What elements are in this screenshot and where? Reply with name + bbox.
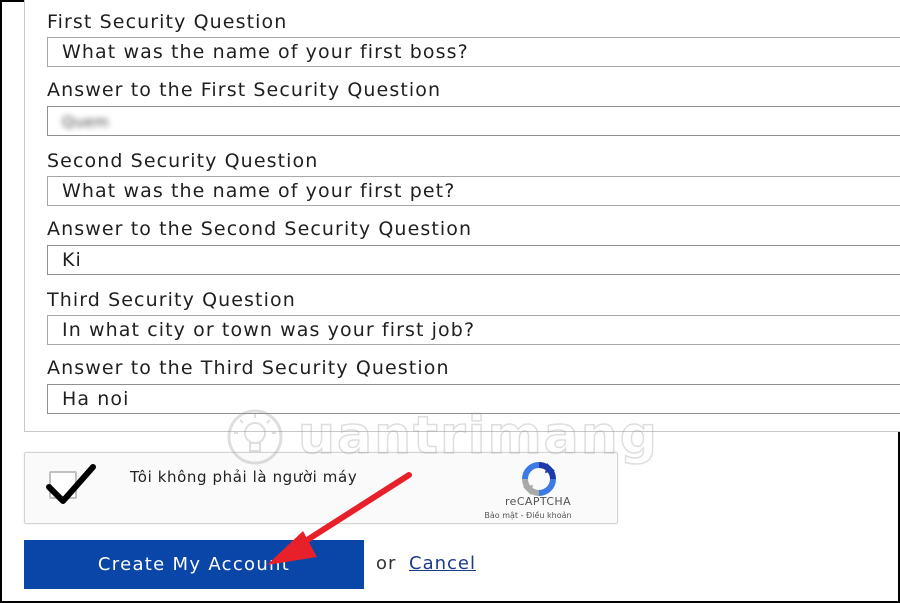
third-answer-label: Answer to the Third Security Question [47,357,450,379]
second-question-label: Second Security Question [47,150,319,172]
or-text: or [376,553,397,574]
second-answer-field[interactable]: Ki [47,245,900,275]
first-question-label: First Security Question [47,11,288,33]
third-question-label: Third Security Question [47,289,296,311]
recaptcha-widget: Tôi không phải là người máy reCAPTCHA Bả… [24,452,618,524]
first-question-select[interactable]: What was the name of your first boss? [47,37,900,67]
second-answer-label: Answer to the Second Security Question [47,218,473,240]
first-answer-value: Quem [62,113,110,131]
checkmark-icon [46,464,96,504]
second-question-select[interactable]: What was the name of your first pet? [47,176,900,206]
recaptcha-checkbox[interactable] [46,464,96,504]
create-account-button[interactable]: Create My Account [24,540,364,589]
first-answer-label: Answer to the First Security Question [47,79,442,101]
recaptcha-brand-text: reCAPTCHA [504,495,572,508]
third-answer-field[interactable]: Ha noi [47,384,900,414]
recaptcha-terms-links[interactable]: Bảo mật - Điều khoản [443,511,613,520]
third-question-select[interactable]: In what city or town was your first job? [47,315,900,345]
cancel-link[interactable]: Cancel [409,553,476,574]
first-answer-field[interactable]: Quem [47,106,900,136]
recaptcha-label: Tôi không phải là người máy [130,468,358,486]
recaptcha-logo-icon [522,462,556,496]
